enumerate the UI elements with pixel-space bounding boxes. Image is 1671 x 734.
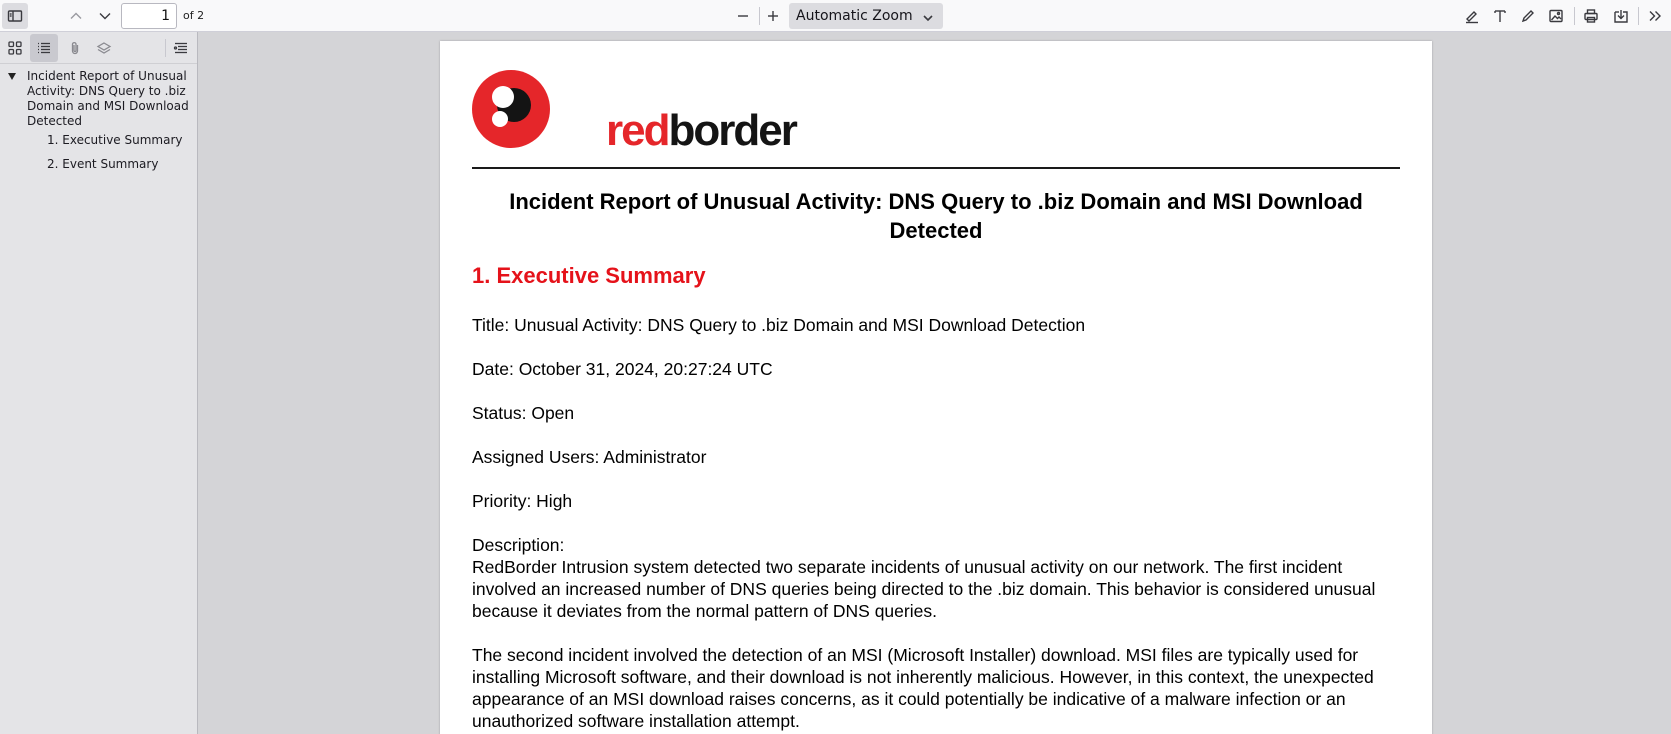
outline-toggle-icon[interactable]: [8, 73, 16, 80]
zoom-in-icon[interactable]: [760, 3, 786, 29]
sidebar-toolbar-divider: [165, 39, 166, 57]
more-tools-icon[interactable]: [1642, 3, 1668, 29]
outline-item-executive-summary[interactable]: 1. Executive Summary: [47, 133, 183, 148]
redborder-logo-mark: [472, 70, 550, 148]
description-paragraph-2: The second incident involved the detecti…: [472, 645, 1374, 731]
toolbar-divider: [1638, 7, 1639, 25]
sidebar: Incident Report of Unusual Activity: DNS…: [0, 32, 198, 734]
document-viewer[interactable]: redborder Incident Report of Unusual Act…: [199, 32, 1671, 734]
field-status: Status: Open: [472, 403, 575, 423]
chevron-down-icon: [921, 8, 935, 22]
header-rule: [472, 167, 1400, 169]
section-heading-executive-summary: 1. Executive Summary: [472, 263, 706, 288]
print-icon[interactable]: [1578, 3, 1604, 29]
page-count: of 2: [183, 9, 205, 22]
field-title: Title: Unusual Activity: DNS Query to .b…: [472, 315, 1086, 335]
redborder-logo: redborder: [472, 67, 802, 153]
pdf-page: redborder Incident Report of Unusual Act…: [440, 41, 1432, 734]
highlight-icon[interactable]: [1459, 3, 1485, 29]
field-date: Date: October 31, 2024, 20:27:24 UTC: [472, 359, 773, 379]
zoom-select-value: Automatic Zoom: [796, 8, 913, 24]
field-assigned-users: Assigned Users: Administrator: [472, 447, 707, 467]
previous-page-icon[interactable]: [63, 3, 89, 29]
layers-icon[interactable]: [90, 34, 118, 62]
document-title: Incident Report of Unusual Activity: DNS…: [509, 189, 1363, 243]
outline-item-event-summary[interactable]: 2. Event Summary: [47, 157, 158, 172]
outline-item-title[interactable]: Incident Report of Unusual Activity: DNS…: [27, 69, 189, 129]
image-icon[interactable]: [1543, 3, 1569, 29]
zoom-out-icon[interactable]: [730, 3, 756, 29]
next-page-icon[interactable]: [92, 3, 118, 29]
redborder-wordmark: redborder: [606, 106, 798, 155]
save-icon[interactable]: [1608, 3, 1634, 29]
logo-text-red: red: [606, 106, 671, 155]
outline-icon[interactable]: [30, 34, 58, 62]
sidebar-toggle-icon[interactable]: [2, 3, 28, 29]
description-paragraph-1: RedBorder Intrusion system detected two …: [472, 557, 1376, 621]
field-priority: Priority: High: [472, 491, 573, 511]
field-description-label: Description:: [472, 535, 565, 555]
main-toolbar: of 2 Automatic Zoom: [0, 0, 1671, 32]
page-number-input[interactable]: [121, 3, 177, 29]
zoom-select[interactable]: Automatic Zoom: [789, 3, 943, 29]
sidebar-toolbar: [0, 32, 197, 64]
draw-icon[interactable]: [1515, 3, 1541, 29]
thumbnails-icon[interactable]: [1, 34, 29, 62]
attachments-icon[interactable]: [61, 34, 89, 62]
current-outline-item-icon[interactable]: [167, 34, 195, 62]
toolbar-divider: [1574, 7, 1575, 25]
text-icon[interactable]: [1487, 3, 1513, 29]
logo-text-dark: border: [668, 106, 797, 155]
